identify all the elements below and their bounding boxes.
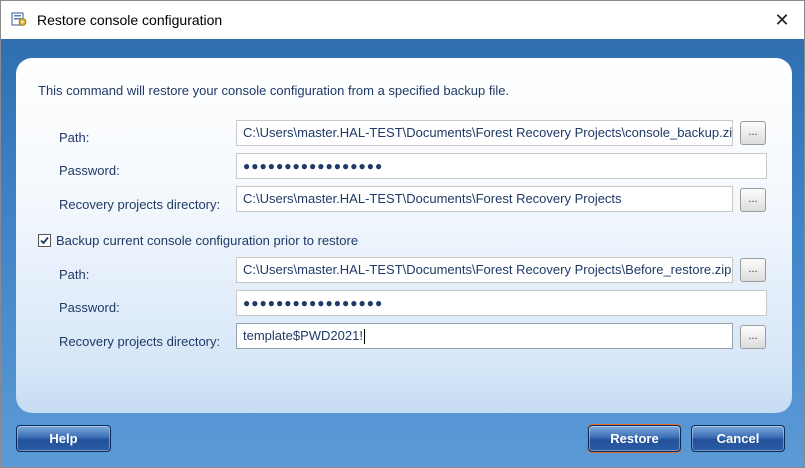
restore-button[interactable]: Restore [588, 425, 681, 452]
help-button[interactable]: Help [16, 425, 111, 452]
backup-projects-dir-field[interactable]: template$PWD2021! [236, 323, 733, 349]
restore-projects-dir-field[interactable]: C:\Users\master.HAL-TEST\Documents\Fores… [236, 186, 733, 212]
restore-path-browse-button[interactable]: ... [740, 121, 766, 145]
backup-projects-dir-label: Recovery projects directory: [59, 334, 221, 349]
backup-projects-dir-browse-button[interactable]: ... [740, 325, 766, 349]
restore-path-label: Path: [59, 130, 90, 145]
backup-path-browse-button[interactable]: ... [740, 258, 766, 282]
checkmark-icon [40, 236, 49, 245]
backup-path-field[interactable]: C:\Users\master.HAL-TEST\Documents\Fores… [236, 257, 733, 283]
text-caret [363, 329, 365, 345]
intro-text: This command will restore your console c… [38, 83, 510, 98]
restore-projects-dir-browse-button[interactable]: ... [740, 188, 766, 212]
backup-projects-dir-value: template$PWD2021! [243, 328, 363, 343]
restore-path-field[interactable]: C:\Users\master.HAL-TEST\Documents\Fores… [236, 120, 733, 146]
restore-console-dialog: Restore console configuration ✕ This com… [0, 0, 805, 468]
window-title: Restore console configuration [37, 12, 223, 28]
backup-path-label: Path: [59, 267, 90, 282]
restore-password-field[interactable]: ●●●●●●●●●●●●●●●●● [236, 153, 767, 179]
title-bar: Restore console configuration ✕ [1, 1, 804, 39]
backup-checkbox-label[interactable]: Backup current console configuration pri… [56, 233, 358, 248]
backup-checkbox[interactable] [38, 234, 51, 247]
restore-password-label: Password: [59, 163, 120, 178]
close-button[interactable]: ✕ [768, 7, 796, 33]
cancel-button[interactable]: Cancel [691, 425, 785, 452]
content-panel: This command will restore your console c… [16, 58, 792, 413]
dialog-body: This command will restore your console c… [1, 39, 804, 467]
backup-password-label: Password: [59, 300, 120, 315]
app-config-icon [11, 11, 27, 27]
backup-password-field[interactable]: ●●●●●●●●●●●●●●●●● [236, 290, 767, 316]
restore-projects-dir-label: Recovery projects directory: [59, 197, 221, 212]
